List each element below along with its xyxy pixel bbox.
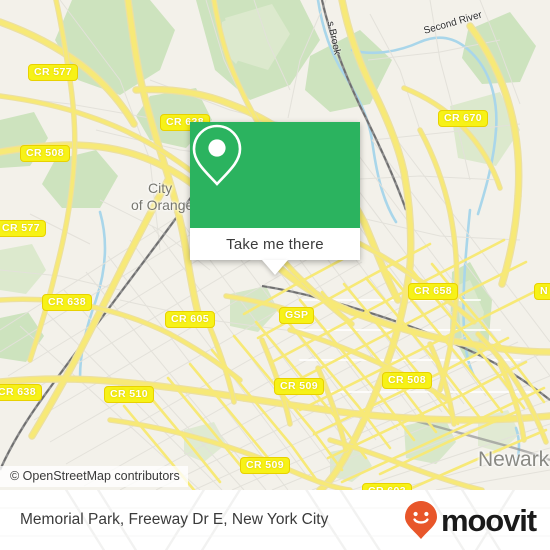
road-shield: CR 508 [20,145,71,162]
take-me-there-button[interactable]: Take me there [190,228,360,260]
road-shield: CR 577 [0,220,47,237]
road-shield: CR 510 [104,386,155,403]
moovit-smiley-pin-icon [404,501,437,539]
road-shield: CR 577 [28,64,79,81]
road-shield: CR 603 [362,483,413,490]
road-shield: CR 638 [0,384,43,401]
road-shield: CR 658 [408,283,459,300]
location-pin-icon [192,124,242,186]
osm-attribution[interactable]: © OpenStreetMap contributors [0,466,188,487]
place-label-newark: Newark [478,448,550,471]
road-shield: GSP [279,307,315,324]
road-shield: CR 605 [165,311,216,328]
map-canvas[interactable]: .rd { stroke:#f7e977; fill:none; stroke-… [0,0,550,490]
road-shield: CR 638 [42,294,93,311]
location-popup[interactable]: Take me there [190,122,360,275]
place-label-city-of-orange: of Orange [131,197,194,213]
popup-pointer-tail [262,260,288,275]
moovit-logo[interactable]: moovit [404,490,537,550]
location-title: Memorial Park, Freeway Dr E, New York Ci… [20,511,329,528]
road-shield: CR 509 [274,378,325,395]
road-shield: N [534,283,550,300]
road-shield: CR 509 [240,457,291,474]
road-shield: CR 508 [382,372,433,389]
map-screenshot: .rd { stroke:#f7e977; fill:none; stroke-… [0,0,550,550]
moovit-logo-text: moovit [440,502,537,538]
popup-header [190,122,360,228]
footer-bar: Memorial Park, Freeway Dr E, New York Ci… [0,490,550,550]
road-shield: CR 670 [438,110,489,127]
place-label-city-of-orange: City [148,180,173,196]
